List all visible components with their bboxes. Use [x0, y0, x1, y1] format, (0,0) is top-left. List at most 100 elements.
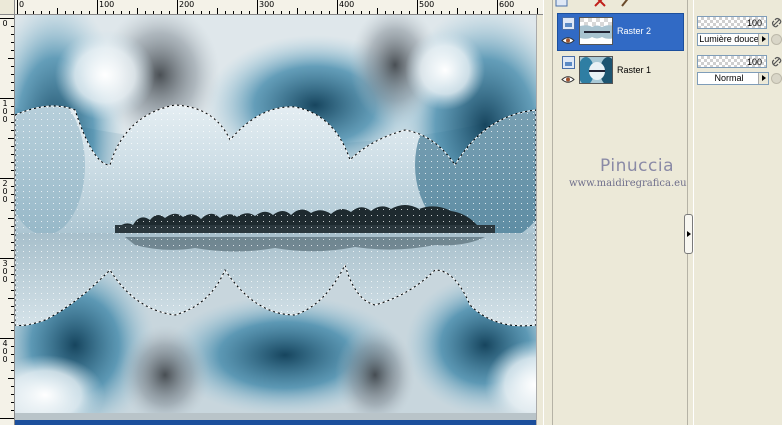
lock-icon[interactable]	[771, 73, 782, 84]
opacity-slider[interactable]: 100	[697, 55, 767, 68]
ruler-tick	[11, 162, 14, 163]
ruler-tick	[11, 42, 14, 43]
ruler-tick	[121, 11, 122, 14]
layers-toolbar	[553, 0, 782, 10]
new-layer-icon[interactable]	[555, 0, 569, 8]
layer-name: Raster 2	[617, 26, 652, 36]
ruler-tick	[11, 282, 14, 283]
ruler-tick	[0, 418, 14, 419]
ruler-tick	[249, 11, 250, 14]
ruler-tick	[257, 0, 258, 14]
ruler-tick	[145, 11, 146, 14]
blend-mode-select[interactable]: Lumière douce	[697, 33, 769, 46]
ruler-tick	[289, 11, 290, 14]
ruler-tick	[8, 378, 14, 379]
ruler-tick	[11, 354, 14, 355]
ruler-tick	[11, 106, 14, 107]
ruler-tick	[329, 11, 330, 14]
dropdown-arrow-icon[interactable]	[758, 73, 768, 84]
ruler-tick	[137, 8, 138, 14]
ruler-tick	[11, 266, 14, 267]
ruler-label: 3 0 0	[2, 259, 8, 284]
ruler-tick	[361, 11, 362, 14]
ruler-tick	[11, 130, 14, 131]
ruler-tick	[11, 234, 14, 235]
layer-row-raster-1[interactable]: Raster 1	[557, 52, 684, 90]
eye-icon[interactable]	[561, 36, 575, 45]
link-icon[interactable]	[771, 56, 782, 67]
ruler-tick	[11, 66, 14, 67]
blend-mode-select[interactable]: Normal	[697, 72, 769, 85]
ruler-tick	[11, 410, 14, 411]
ruler-tick	[11, 34, 14, 35]
ruler-tick	[11, 362, 14, 363]
link-icon[interactable]	[771, 17, 782, 28]
ruler-tick	[385, 11, 386, 14]
ruler-label: 4 0 0	[2, 339, 8, 364]
ruler-tick	[449, 11, 450, 14]
ruler-tick	[105, 11, 106, 14]
ruler-tick	[513, 11, 514, 14]
ruler-tick	[465, 11, 466, 14]
ruler-tick	[11, 210, 14, 211]
layers-palette: Raster 2 Raster 1 100 Lumière douce 100 …	[553, 0, 782, 425]
ruler-label: 0	[19, 0, 25, 9]
panel-splitter[interactable]	[543, 0, 553, 425]
ruler-tick	[97, 0, 98, 14]
watermark-url: www.maidiregrafica.eu	[569, 178, 687, 189]
delete-layer-icon[interactable]	[593, 0, 607, 8]
vertical-ruler: 0 1 0 0 2 0 0 3 0 0 4 0 0	[0, 15, 15, 425]
ruler-tick	[281, 11, 282, 14]
ruler-tick	[11, 146, 14, 147]
layers-list: Raster 2 Raster 1	[557, 13, 684, 425]
ruler-tick	[537, 8, 538, 14]
ruler-tick	[11, 82, 14, 83]
ruler-tick	[11, 122, 14, 123]
ruler-tick	[8, 218, 14, 219]
ruler-label: 500	[419, 0, 435, 9]
ruler-tick	[273, 11, 274, 14]
image-canvas[interactable]	[15, 15, 536, 420]
ruler-tick	[521, 11, 522, 14]
collapse-panel-button[interactable]	[684, 214, 693, 254]
ruler-tick	[425, 11, 426, 14]
ruler-tick	[497, 0, 498, 14]
ruler-tick	[11, 322, 14, 323]
layer-props-raster-1: 100 Normal	[695, 52, 782, 90]
layers-divider[interactable]	[687, 0, 694, 425]
ruler-tick	[41, 11, 42, 14]
canvas-image[interactable]	[15, 15, 536, 420]
eye-icon[interactable]	[561, 75, 575, 84]
horizontal-ruler: 0 100 200 300 400 500 600	[15, 0, 543, 15]
ruler-tick	[185, 11, 186, 14]
lock-icon[interactable]	[771, 34, 782, 45]
ruler-tick	[457, 8, 458, 14]
dropdown-arrow-icon[interactable]	[758, 34, 768, 45]
ruler-label: 2 0 0	[2, 179, 8, 204]
ruler-tick	[8, 58, 14, 59]
layer-props-raster-2: 100 Lumière douce	[695, 13, 782, 51]
ruler-tick	[11, 226, 14, 227]
opacity-slider[interactable]: 100	[697, 16, 767, 29]
ruler-tick	[11, 306, 14, 307]
ruler-tick	[11, 170, 14, 171]
taskbar-strip	[15, 420, 536, 425]
layer-thumbnail	[579, 17, 613, 45]
ruler-tick	[11, 202, 14, 203]
ruler-tick	[393, 11, 394, 14]
ruler-tick	[33, 11, 34, 14]
raster-layer-icon	[562, 17, 575, 30]
properties-icon[interactable]	[619, 0, 633, 8]
ruler-tick	[17, 0, 18, 14]
ruler-tick	[11, 154, 14, 155]
ruler-tick	[11, 50, 14, 51]
ruler-tick	[505, 11, 506, 14]
watermark-name: Pinuccia	[600, 156, 674, 176]
ruler-tick	[305, 11, 306, 14]
ruler-tick	[417, 0, 418, 14]
ruler-tick	[11, 290, 14, 291]
layer-properties: 100 Lumière douce 100 Normal	[695, 13, 782, 425]
raster-layer-icon	[562, 56, 575, 69]
ruler-corner	[0, 0, 15, 15]
layer-row-raster-2[interactable]: Raster 2	[557, 13, 684, 51]
